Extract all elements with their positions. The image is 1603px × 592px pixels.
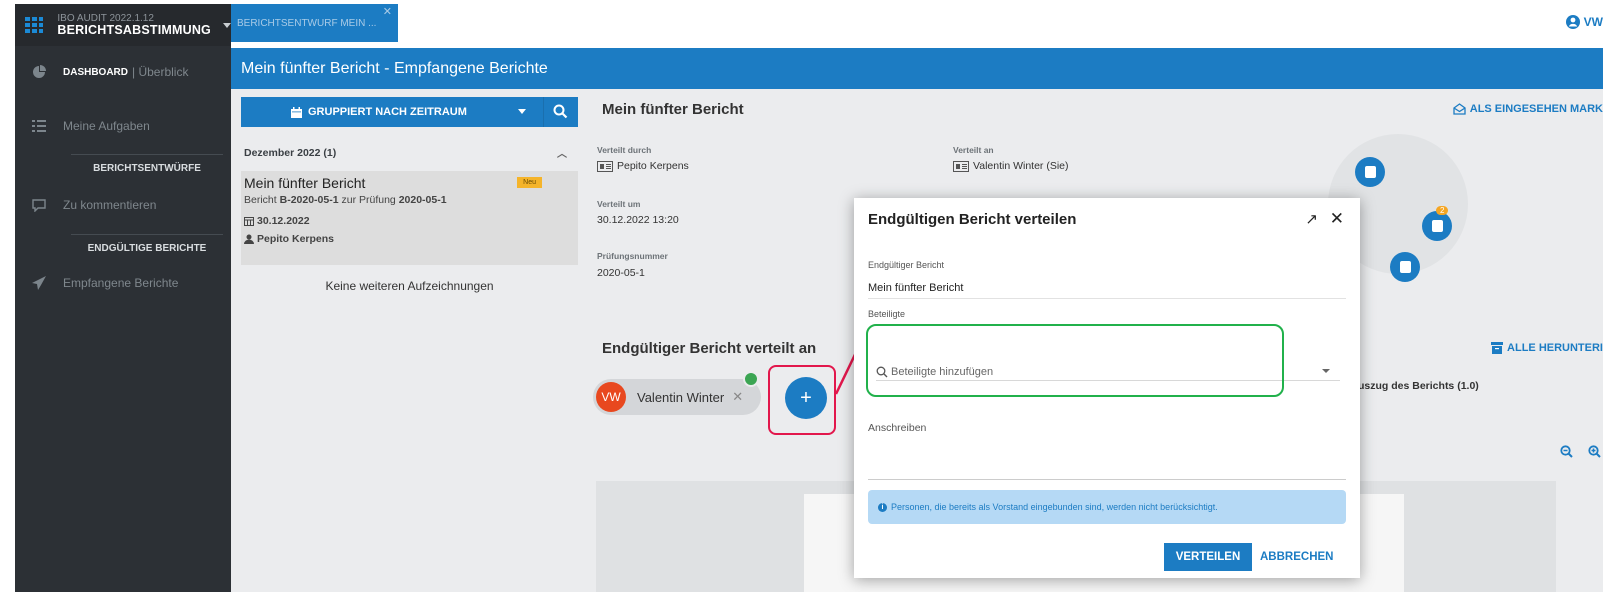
list-item-subtitle: Bericht B-2020-05-1 zur Prüfung 2020-05-… [244,194,447,206]
cancel-button[interactable]: ABBRECHEN [1260,543,1333,571]
user-icon [244,234,254,244]
app-name: BERICHTSABSTIMMUNG [57,22,211,37]
contact-card-icon [953,160,969,172]
distribute-button[interactable]: VERTEILEN [1164,543,1252,571]
close-icon[interactable]: ✕ [1330,209,1344,229]
sidebar-item-dashboard[interactable]: DASHBOARD | Überblick [15,46,231,98]
detail-title: Mein fünfter Bericht [602,101,744,118]
archive-icon[interactable] [1422,211,1452,241]
app-title: IBO AUDIT 2022.1.12 BERICHTSABSTIMMUNG [57,13,211,38]
chevron-down-icon[interactable] [1322,369,1330,373]
user-menu[interactable]: VW [1565,15,1603,29]
calendar-icon [291,106,302,118]
info-alert: i Personen, die bereits als Vorstand ein… [868,490,1346,524]
sidebar-item-to-comment[interactable]: Zu kommentieren [15,182,231,228]
chevron-down-icon[interactable] [518,109,526,114]
status-badge: Neu [517,177,542,188]
apps-grid-icon[interactable] [25,17,44,33]
user-initials: VW [1583,15,1603,29]
recipient-name: Valentin Winter [637,389,725,405]
sidebar-item-label: Meine Aufgaben [63,119,150,133]
list-item[interactable]: Mein fünfter Bericht Neu Bericht B-2020-… [241,171,578,265]
expand-icon[interactable]: ↗ [1305,210,1318,228]
comment-icon [31,198,47,212]
info-text: Personen, die bereits als Vorstand einge… [891,502,1218,512]
group-by-label: GRUPPIERT NACH ZEITRAUM [308,106,467,118]
sidebar-item-my-tasks[interactable]: Meine Aufgaben [15,98,231,154]
recipients-row: VW Valentin Winter ✕ + [588,365,853,435]
section-final: ENDGÜLTIGE BERICHTE [71,234,223,262]
recipient-chip[interactable]: VW Valentin Winter ✕ [593,379,761,415]
section-drafts: BERICHTSENTWÜRFE [71,154,223,182]
dashboard-label: DASHBOARD [63,66,128,78]
workflow-count-badge: 2 [1436,206,1449,215]
calendar-icon [244,217,254,226]
participants-label: Beteiligte [868,309,906,319]
audit-number-value: 2020-05-1 [597,267,645,279]
report-excerpt-link[interactable]: uszug des Berichts (1.0) [1358,380,1479,392]
dashboard-sub-label: | Überblick [132,65,189,79]
group-by-button[interactable]: GRUPPIERT NACH ZEITRAUM [241,97,578,127]
report-field-label: Endgültiger Bericht [868,260,945,270]
distributed-by-value: Pepito Kerpens [597,160,689,172]
contact-card-icon [597,160,613,172]
paper-plane-icon [31,276,47,290]
add-recipient-button[interactable]: + [785,377,827,419]
tab-bar: BERICHTSENTWURF MEIN ... ✕ VW [231,4,1603,42]
mark-as-seen-button[interactable]: ALS EINGESEHEN MARK [1453,103,1603,115]
avatar: VW [596,382,626,412]
zoom-out-icon[interactable] [1560,445,1573,461]
tab-label: BERICHTSENTWURF MEIN ... [237,17,377,29]
distributed-to-value: Valentin Winter (Sie) [953,160,1069,172]
seen-status-icon [743,371,759,387]
cover-letter-textarea[interactable] [868,444,1346,480]
list-icon [31,120,47,132]
distributed-to-section-title: Endgültiger Bericht verteilt an [602,340,817,357]
app-switcher[interactable]: IBO AUDIT 2022.1.12 BERICHTSABSTIMMUNG [15,4,231,46]
list-item-person: Pepito Kerpens [244,233,575,245]
document-icon[interactable] [1390,252,1420,282]
remove-icon[interactable]: ✕ [732,389,743,405]
audit-number-label: Prüfungsnummer [597,251,668,261]
distributed-by-label: Verteilt durch [597,145,652,155]
dialog-title: Endgültigen Bericht verteilen [868,211,1077,228]
month-label: Dezember 2022 (1) [244,147,337,159]
download-all-button[interactable]: ALLE HERUNTERI [1491,342,1603,354]
sidebar-item-received[interactable]: Empfangene Berichte [15,262,231,304]
page-header: Mein fünfter Bericht - Empfangene Berich… [231,48,1603,89]
distributed-on-label: Verteilt um [597,199,641,209]
report-list-panel: GRUPPIERT NACH ZEITRAUM Dezember 2022 (1… [231,89,588,592]
zoom-in-icon[interactable] [1588,445,1601,461]
highlight-green-box [866,324,1284,397]
close-icon[interactable]: ✕ [383,5,392,18]
month-group-header[interactable]: Dezember 2022 (1) ︿ [244,145,567,160]
inbox-icon[interactable] [1355,157,1385,187]
chevron-up-icon[interactable]: ︿ [557,145,567,160]
distribute-report-dialog: Endgültigen Bericht verteilen ↗ ✕ Endgül… [854,198,1360,578]
app-version: IBO AUDIT 2022.1.12 [57,12,154,24]
sidebar: IBO AUDIT 2022.1.12 BERICHTSABSTIMMUNG D… [15,4,231,592]
pie-chart-icon [31,65,47,79]
report-field-value: Mein fünfter Bericht [868,282,1346,299]
user-circle-icon [1565,15,1580,29]
archive-box-icon [1491,342,1504,354]
envelope-open-icon [1453,103,1466,115]
chevron-down-icon[interactable] [223,22,231,28]
sidebar-item-label: Zu kommentieren [63,198,157,212]
info-icon: i [878,502,887,512]
search-icon[interactable] [553,104,568,119]
no-more-records: Keine weiteren Aufzeichnungen [325,279,494,293]
tab-report-draft[interactable]: BERICHTSENTWURF MEIN ... ✕ [231,4,398,42]
cover-letter-label: Anschreiben [868,422,927,434]
sidebar-item-label: Empfangene Berichte [63,276,179,290]
distributed-on-value: 30.12.2022 13:20 [597,214,679,226]
distributed-to-label: Verteilt an [953,145,994,155]
page-title: Mein fünfter Bericht - Empfangene Berich… [241,59,548,77]
list-item-date: 30.12.2022 [244,215,575,227]
